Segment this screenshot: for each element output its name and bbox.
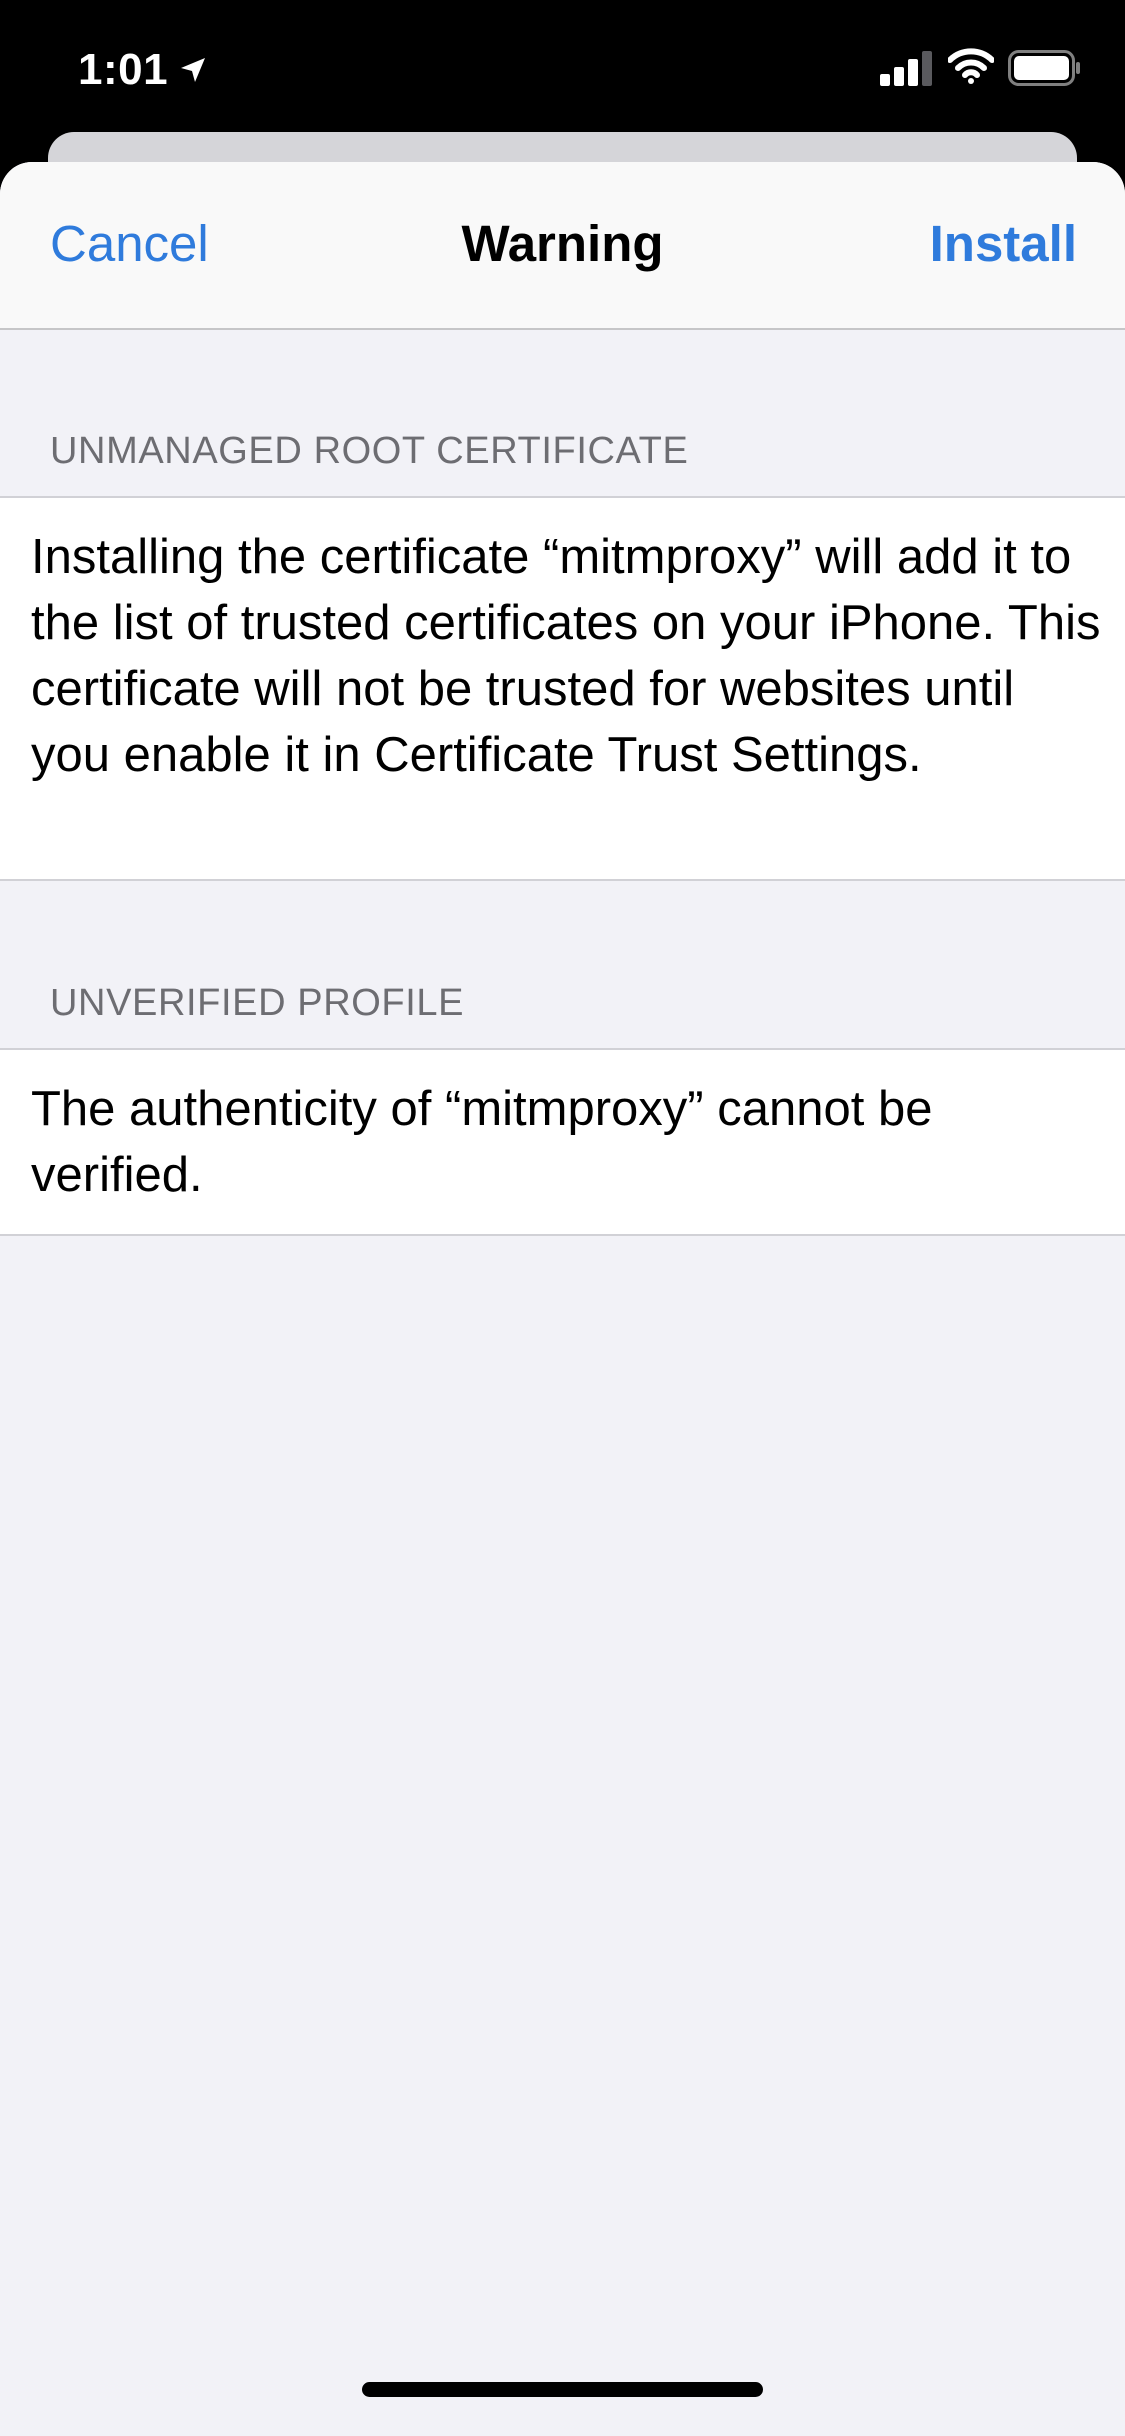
section-header-unverified-profile: UNVERIFIED PROFILE [50,982,465,1024]
section-card-unmanaged-root-certificate: Installing the certificate “mitmproxy” w… [0,496,1125,881]
wifi-icon [947,48,995,84]
section-card-unverified-profile: The authenticity of “mitmproxy” cannot b… [0,1048,1125,1236]
status-time: 1:01 [78,45,169,94]
install-button[interactable]: Install [930,212,1077,276]
location-arrow-icon [178,55,208,85]
status-bar: 1:01 [0,0,1125,132]
home-indicator [362,2382,763,2397]
certificate-warning-text: Installing the certificate “mitmproxy” w… [31,530,1101,782]
cellular-signal-icon [880,50,934,86]
section-header-unmanaged-root-certificate: UNMANAGED ROOT CERTIFICATE [50,430,689,472]
unverified-profile-text: The authenticity of “mitmproxy” cannot b… [31,1082,933,1202]
status-time-group: 1:01 [78,40,208,100]
battery-icon [1008,50,1082,86]
navigation-bar: Cancel Warning Install [0,162,1125,330]
warning-sheet: Cancel Warning Install UNMANAGED ROOT CE… [0,162,1125,2436]
